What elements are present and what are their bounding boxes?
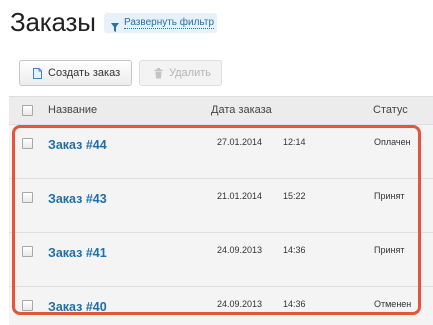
table-row: Заказ #44 27.01.2014 12:14 Оплачен	[9, 125, 433, 179]
order-status: Принят	[374, 191, 405, 201]
order-time: 14:36	[283, 245, 306, 255]
delete-button[interactable]: Удалить	[139, 60, 222, 86]
order-status: Принят	[374, 245, 405, 255]
table-row: Заказ #43 21.01.2014 15:22 Принят	[9, 179, 433, 233]
table-row: Заказ #41 24.09.2013 14:36 Принят	[9, 233, 433, 287]
order-status: Отменен	[374, 299, 412, 309]
document-icon	[33, 67, 42, 79]
expand-filter-toggle[interactable]: Развернуть фильтр	[104, 13, 217, 33]
funnel-icon	[111, 19, 119, 32]
order-date: 27.01.2014	[217, 137, 263, 147]
create-order-label: Создать заказ	[48, 67, 121, 79]
order-status: Оплачен	[374, 137, 411, 147]
order-link[interactable]: Заказ #41	[48, 246, 107, 260]
trash-icon	[154, 67, 163, 79]
column-header-name[interactable]: Название	[48, 104, 97, 116]
row-checkbox[interactable]	[22, 138, 33, 149]
row-checkbox[interactable]	[22, 300, 33, 311]
row-checkbox[interactable]	[22, 246, 33, 257]
column-header-date[interactable]: Дата заказа	[211, 104, 272, 116]
order-link[interactable]: Заказ #43	[48, 192, 107, 206]
create-order-button[interactable]: Создать заказ	[19, 60, 132, 86]
orders-table: Название Дата заказа Статус Заказ #44 27…	[9, 96, 433, 325]
page-title: Заказы	[10, 7, 96, 37]
table-row: Заказ #40 24.09.2013 14:36 Отменен	[9, 287, 433, 325]
order-time: 14:36	[283, 299, 306, 309]
expand-filter-label: Развернуть фильтр	[124, 17, 215, 29]
order-time: 12:14	[283, 137, 306, 147]
order-date: 24.09.2013	[217, 299, 263, 309]
order-date: 24.09.2013	[217, 245, 263, 255]
order-link[interactable]: Заказ #40	[48, 300, 107, 314]
delete-label: Удалить	[169, 67, 211, 79]
order-date: 21.01.2014	[217, 191, 263, 201]
column-header-status[interactable]: Статус	[373, 104, 408, 116]
row-checkbox[interactable]	[22, 192, 33, 203]
order-link[interactable]: Заказ #44	[48, 138, 107, 152]
order-time: 15:22	[283, 191, 306, 201]
select-all-checkbox[interactable]	[22, 105, 33, 116]
table-header: Название Дата заказа Статус	[9, 96, 433, 125]
